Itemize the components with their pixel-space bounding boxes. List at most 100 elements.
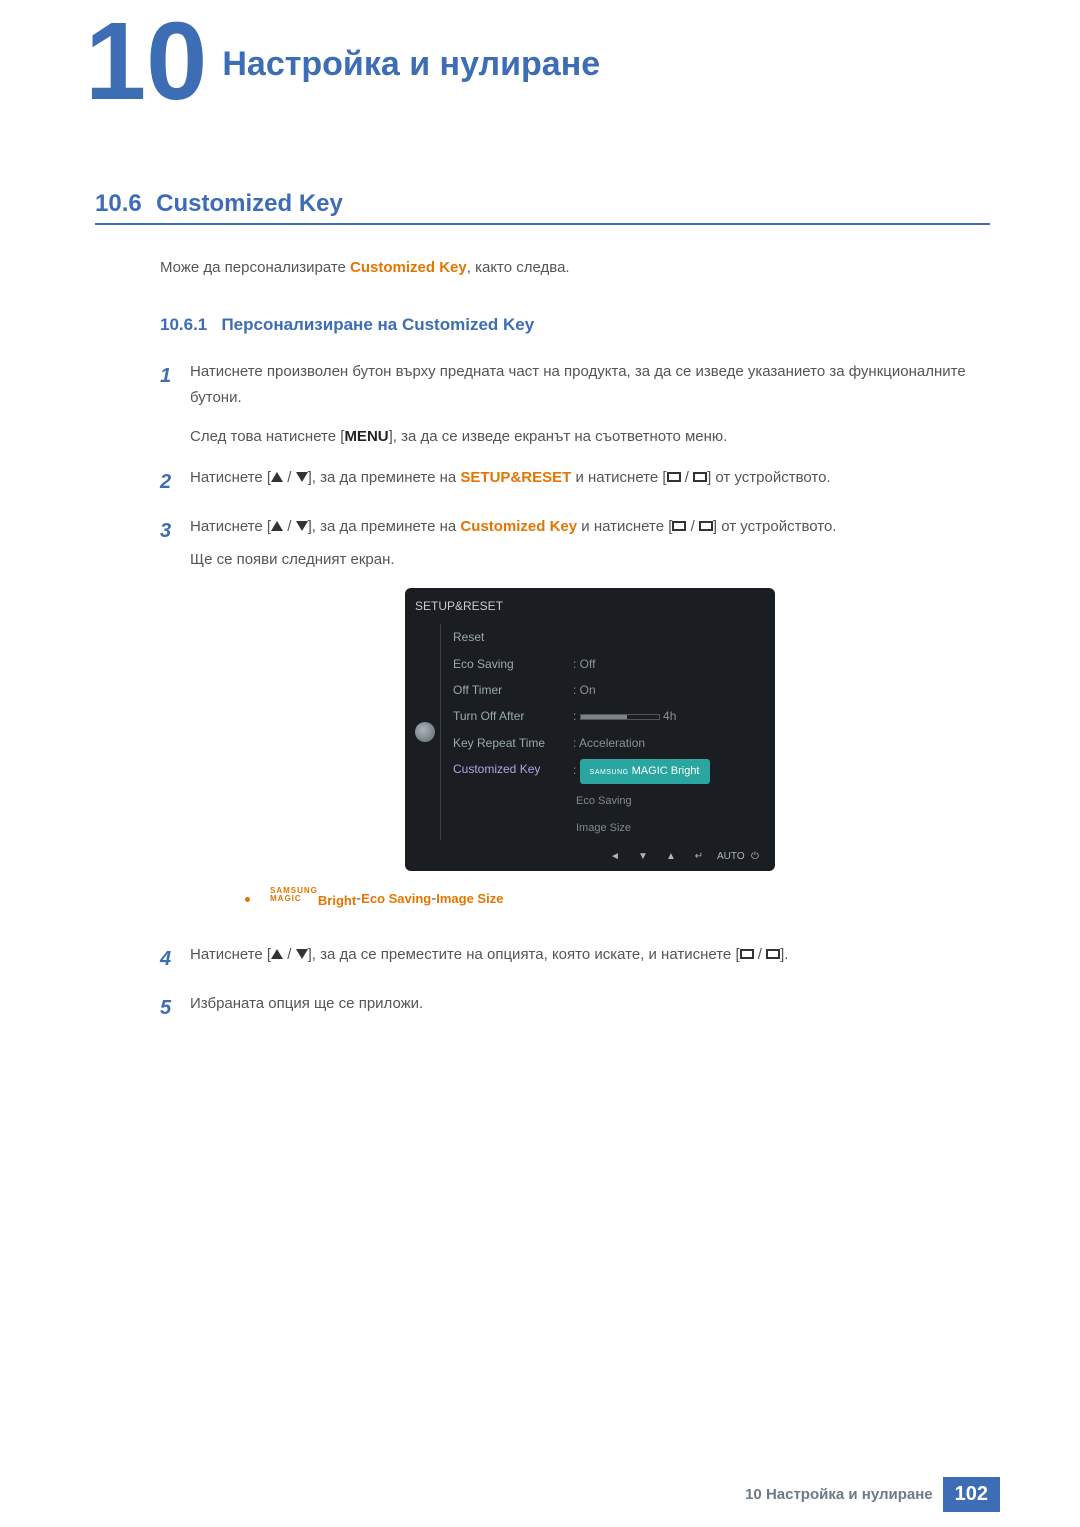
osd-value: : Acceleration bbox=[573, 733, 765, 753]
step-number: 5 bbox=[160, 991, 190, 1025]
main-content: Може да персонализирате Customized Key, … bbox=[160, 255, 990, 1040]
step-3: 3 Натиснете [ / ], за да преминете на Cu… bbox=[160, 514, 990, 927]
option-image-size: Image Size bbox=[436, 888, 503, 910]
section-title: Customized Key bbox=[156, 190, 343, 217]
osd-label: Eco Saving bbox=[453, 654, 573, 674]
step-number: 3 bbox=[160, 514, 190, 927]
osd-nav-up-icon: ▲ bbox=[661, 848, 681, 865]
osd-indicator bbox=[415, 624, 440, 840]
osd-row-turnoff: Turn Off After : 4h bbox=[453, 703, 765, 729]
slider-icon bbox=[580, 714, 660, 720]
step1b-pre: След това натиснете [ bbox=[190, 428, 344, 445]
intro-pre: Може да персонализирате bbox=[160, 259, 350, 276]
bullet-icon bbox=[245, 897, 250, 902]
osd-dropdown-option: Image Size bbox=[453, 814, 765, 841]
section-number: 10.6 bbox=[95, 190, 142, 217]
step1-subline: След това натиснете [MENU], за да се изв… bbox=[190, 428, 727, 445]
arrow-down-icon bbox=[296, 472, 308, 482]
intro-paragraph: Може да персонализирате Customized Key, … bbox=[160, 255, 990, 281]
osd-dropdown-selected: SAMSUNG MAGIC Bright bbox=[580, 759, 710, 784]
page-header: 10 Настройка и нулиране bbox=[85, 15, 1080, 109]
arrow-down-icon bbox=[296, 949, 308, 959]
step2-post: ] от устройството. bbox=[707, 469, 831, 486]
step-number: 1 bbox=[160, 359, 190, 450]
osd-row-keyrepeat: Key Repeat Time : Acceleration bbox=[453, 730, 765, 756]
osd-value: : 4h bbox=[573, 706, 765, 726]
step-number: 4 bbox=[160, 942, 190, 976]
step-number: 2 bbox=[160, 465, 190, 499]
osd-value bbox=[573, 627, 765, 647]
step2-mid1: ], за да преминете на bbox=[308, 469, 461, 486]
menu-button-label: MENU bbox=[344, 428, 388, 445]
osd-nav-down-icon: ▼ bbox=[633, 848, 653, 865]
step1b-post: ], за да се изведе екранът на съответнот… bbox=[389, 428, 728, 445]
osd-row-reset: Reset bbox=[453, 624, 765, 650]
osd-nav-left-icon: ◄ bbox=[605, 848, 625, 865]
step-text: Натиснете произволен бутон върху преднат… bbox=[190, 363, 966, 406]
step3-subtext: Ще се появи следният екран. bbox=[190, 551, 395, 568]
osd-value: : SAMSUNG MAGIC Bright bbox=[573, 759, 765, 784]
osd-navbar: ◄ ▼ ▲ ↵ AUTO ⏻ bbox=[415, 848, 765, 865]
step3-keyword: Customized Key bbox=[460, 518, 577, 535]
osd-label: Key Repeat Time bbox=[453, 733, 573, 753]
chapter-number: 10 bbox=[85, 15, 207, 109]
step4-post: ]. bbox=[780, 946, 788, 963]
dial-icon bbox=[415, 722, 435, 742]
osd-title: SETUP&RESET bbox=[415, 596, 765, 616]
screen-icon bbox=[672, 521, 686, 531]
step-5: 5 Избраната опция ще се приложи. bbox=[160, 991, 990, 1025]
subsection-number: 10.6.1 bbox=[160, 315, 207, 334]
step4-mid: ], за да се преместите на опцията, която… bbox=[308, 946, 740, 963]
subsection-heading: 10.6.1 Персонализиране на Customized Key bbox=[160, 311, 990, 340]
subsection-title: Персонализиране на Customized Key bbox=[221, 315, 534, 334]
arrow-down-icon bbox=[296, 521, 308, 531]
osd-screenshot: SETUP&RESET Reset Eco Saving bbox=[405, 588, 775, 871]
footer-page-number: 102 bbox=[943, 1477, 1000, 1512]
step4-pre: Натиснете [ bbox=[190, 946, 271, 963]
step2-mid2: и натиснете [ bbox=[571, 469, 666, 486]
intro-post: , както следва. bbox=[467, 259, 570, 276]
osd-row-offtimer: Off Timer : On bbox=[453, 677, 765, 703]
arrow-up-icon bbox=[271, 949, 283, 959]
step3-mid1: ], за да преминете на bbox=[308, 518, 461, 535]
steps-list: 1 Натиснете произволен бутон върху предн… bbox=[160, 359, 990, 1024]
enter-icon bbox=[699, 521, 713, 531]
osd-row-eco: Eco Saving : Off bbox=[453, 651, 765, 677]
screen-icon bbox=[667, 472, 681, 482]
osd-value: : On bbox=[573, 680, 765, 700]
section-heading: 10.6 Customized Key bbox=[95, 190, 990, 225]
step2-pre: Натиснете [ bbox=[190, 469, 271, 486]
step-2: 2 Натиснете [ / ], за да преминете на SE… bbox=[160, 465, 990, 499]
step3-post: ] от устройството. bbox=[713, 518, 837, 535]
arrow-up-icon bbox=[271, 472, 283, 482]
enter-icon bbox=[766, 949, 780, 959]
chapter-title: Настройка и нулиране bbox=[222, 45, 600, 84]
option-eco: Eco Saving bbox=[361, 888, 431, 910]
osd-dropdown-option: Eco Saving bbox=[453, 787, 765, 814]
osd-nav-power-icon: ⏻ bbox=[745, 848, 765, 865]
step5-text: Избраната опция ще се приложи. bbox=[190, 995, 423, 1012]
osd-option-image: Image Size bbox=[573, 822, 631, 834]
osd-nav-enter-icon: ↵ bbox=[689, 848, 709, 865]
enter-icon bbox=[693, 472, 707, 482]
screen-icon bbox=[740, 949, 754, 959]
osd-nav-auto: AUTO bbox=[717, 848, 737, 865]
page-footer: 10 Настройка и нулиране 102 bbox=[745, 1477, 1000, 1512]
osd-row-customized: Customized Key : SAMSUNG MAGIC Bright bbox=[453, 756, 765, 787]
intro-highlight: Customized Key bbox=[350, 259, 467, 276]
osd-label: Off Timer bbox=[453, 680, 573, 700]
osd-value: : Off bbox=[573, 654, 765, 674]
magic-prefix: SAMSUNGMAGIC bbox=[270, 887, 318, 903]
option-magic: SAMSUNGMAGICBright bbox=[270, 887, 356, 912]
step2-keyword: SETUP&RESET bbox=[460, 469, 571, 486]
arrow-up-icon bbox=[271, 521, 283, 531]
step-1: 1 Натиснете произволен бутон върху предн… bbox=[160, 359, 990, 450]
step3-mid2: и натиснете [ bbox=[577, 518, 672, 535]
osd-label: Reset bbox=[453, 627, 573, 647]
osd-option-eco: Eco Saving bbox=[573, 795, 632, 807]
osd-menu: Reset Eco Saving : Off Off Timer : On bbox=[440, 624, 765, 840]
osd-label: Turn Off After bbox=[453, 706, 573, 726]
step3-pre: Натиснете [ bbox=[190, 518, 271, 535]
footer-text: 10 Настройка и нулиране bbox=[745, 1486, 933, 1503]
step-4: 4 Натиснете [ / ], за да се преместите н… bbox=[160, 942, 990, 976]
